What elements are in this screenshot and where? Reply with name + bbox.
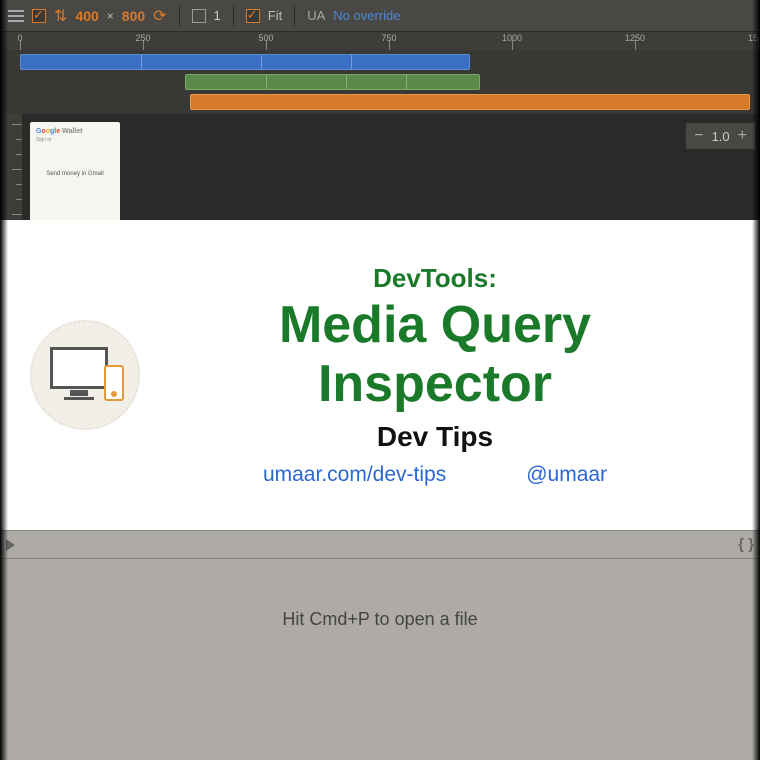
dpr-value[interactable]: 1 bbox=[214, 8, 221, 23]
horizontal-ruler: 0 250 500 750 1000 1250 1500 bbox=[0, 32, 760, 50]
ruler-label: 500 bbox=[258, 33, 273, 43]
ruler-label: 1000 bbox=[502, 33, 522, 43]
ua-label: UA bbox=[307, 8, 325, 23]
sources-panel: { } Hit Cmd+P to open a file bbox=[0, 530, 760, 760]
title-banner: DevTools: Media Query Inspector Dev Tips… bbox=[0, 220, 760, 530]
devices-icon bbox=[30, 320, 140, 430]
refresh-icon[interactable]: ⟳ bbox=[153, 6, 166, 26]
dimensions-checkbox[interactable] bbox=[32, 9, 46, 23]
page-signin: Sign in bbox=[36, 137, 114, 143]
handle-link[interactable]: @umaar bbox=[526, 463, 607, 487]
media-query-bar-range[interactable] bbox=[185, 74, 480, 90]
sources-toolbar: { } bbox=[0, 531, 760, 559]
banner-title-line2: Inspector bbox=[140, 357, 730, 412]
screen-icon[interactable] bbox=[192, 9, 206, 23]
site-link[interactable]: umaar.com/dev-tips bbox=[263, 463, 446, 487]
ruler-label: 1250 bbox=[625, 33, 645, 43]
ruler-label: 0 bbox=[17, 33, 22, 43]
zoom-out-button[interactable]: − bbox=[694, 127, 703, 145]
device-toolbar: ⇅ 400 × 800 ⟳ 1 Fit UA No override bbox=[0, 0, 760, 32]
height-value[interactable]: 800 bbox=[122, 8, 145, 24]
media-query-bar-max[interactable] bbox=[20, 54, 470, 70]
monitor-icon bbox=[50, 347, 108, 389]
zoom-in-button[interactable]: + bbox=[738, 127, 747, 145]
fit-label: Fit bbox=[268, 8, 282, 23]
ruler-label: 250 bbox=[135, 33, 150, 43]
banner-devtips: Dev Tips bbox=[140, 421, 730, 453]
open-file-hint: Hit Cmd+P to open a file bbox=[0, 559, 760, 630]
rendered-page: Google Wallet Sign in Send money in Gmai… bbox=[30, 122, 120, 222]
zoom-controls: − 1.0 + bbox=[685, 122, 756, 150]
phone-icon bbox=[104, 365, 124, 401]
fit-checkbox[interactable] bbox=[246, 9, 260, 23]
swap-dimensions-icon[interactable]: ⇅ bbox=[54, 6, 67, 26]
zoom-level: 1.0 bbox=[712, 129, 730, 144]
dimension-separator: × bbox=[107, 9, 114, 23]
banner-subtitle: DevTools: bbox=[140, 263, 730, 294]
ua-value[interactable]: No override bbox=[333, 8, 400, 23]
banner-title-line1: Media Query bbox=[140, 298, 730, 353]
page-headline: Send money in Gmail bbox=[36, 171, 114, 177]
media-query-inspector bbox=[0, 50, 760, 114]
page-logo: Google Wallet bbox=[36, 128, 114, 135]
width-value[interactable]: 400 bbox=[75, 8, 98, 24]
media-query-bar-min[interactable] bbox=[190, 94, 750, 110]
menu-icon[interactable] bbox=[8, 10, 24, 22]
ruler-label: 750 bbox=[381, 33, 396, 43]
